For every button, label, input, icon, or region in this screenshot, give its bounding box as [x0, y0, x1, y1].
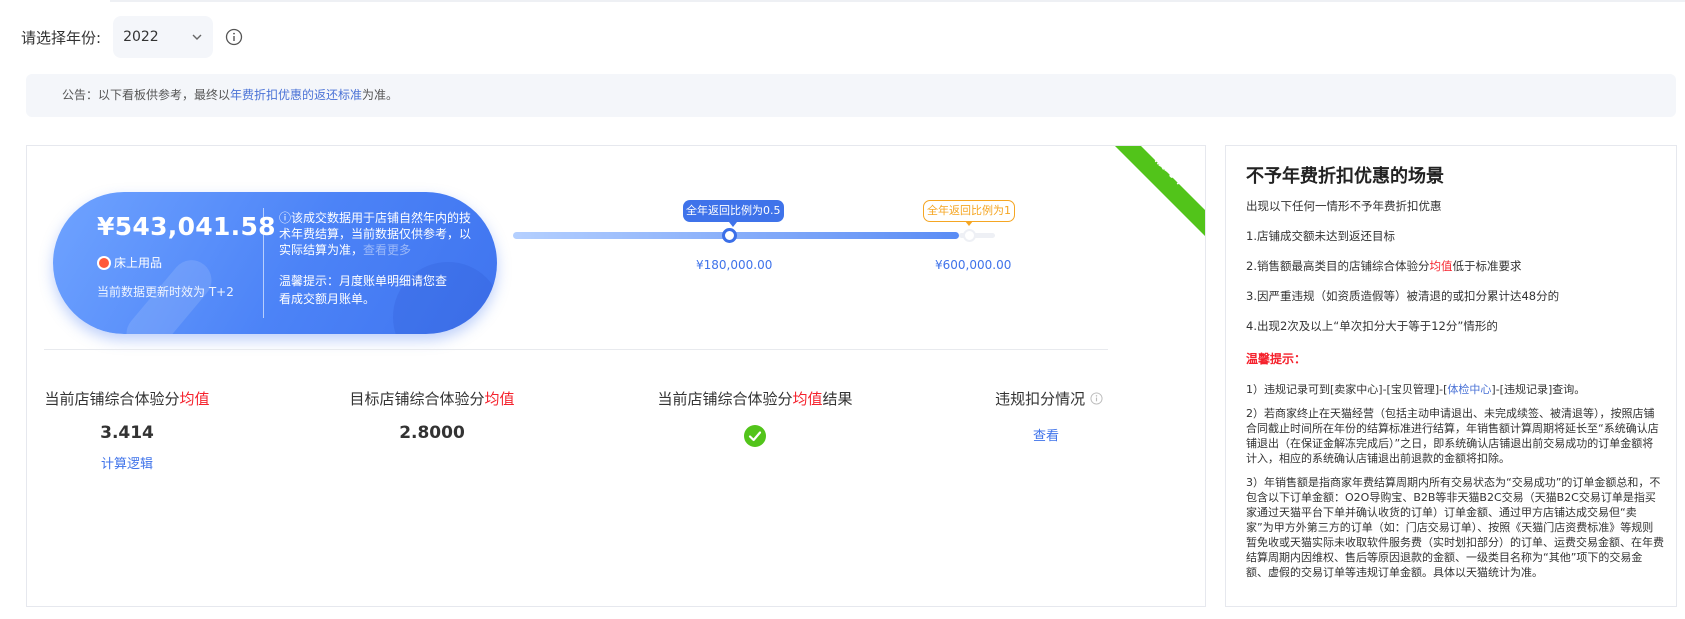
metric-score-result: 当前店铺综合体验分均值结果 — [657, 388, 853, 451]
milestone-marker-pending — [963, 229, 976, 242]
notice-prefix: 公告：以下看板供参考，最终以 — [62, 88, 231, 102]
milestone-amount-1: ¥180,000.00 — [696, 258, 773, 272]
info-icon[interactable] — [225, 28, 243, 46]
rule-text: 3.因严重违规（如资质造假等）被清退的或扣分累计达48分的 — [1246, 289, 1560, 303]
metric-value: 2.8000 — [399, 423, 465, 443]
metric-title-suffix: 结果 — [822, 390, 853, 408]
category-icon — [97, 255, 111, 270]
rule-text-suffix: 低于标准要求 — [1452, 259, 1522, 273]
chevron-down-icon — [192, 34, 202, 40]
health-center-link[interactable]: 体检中心 — [1447, 383, 1491, 396]
panel-title: 不予年费折扣优惠的场景 — [1246, 166, 1444, 187]
view-violation-link[interactable]: 查看 — [1033, 425, 1105, 444]
sales-amount: ¥543,041.58 — [97, 212, 276, 241]
rule-item: 4.出现2次及以上“单次扣分大于等于12分”情形的 — [1246, 318, 1664, 334]
card-divider — [44, 349, 1108, 350]
metric-title: 目标店铺综合体验分均值 — [349, 388, 515, 409]
calculation-logic-link[interactable]: 计算逻辑 — [44, 453, 210, 472]
tip-paragraph-2: 2）若商家终止在天猫经营（包括主动申请退出、未完成续签、被清退等），按照店铺合同… — [1246, 407, 1659, 465]
rule-text: 2.销售额最高类目的店铺综合体验分 — [1246, 259, 1430, 273]
rule-item: 3.因严重违规（如资质造假等）被清退的或扣分累计达48分的 — [1246, 288, 1664, 304]
panel-subtitle: 出现以下任何一情形不予年费折扣优惠 — [1246, 199, 1442, 213]
rule-item: 2.销售额最高类目的店铺综合体验分均值低于标准要求 — [1246, 258, 1664, 274]
rule-text: 4.出现2次及以上“单次扣分大于等于12分”情形的 — [1246, 319, 1498, 333]
year-select[interactable]: 2022 — [113, 16, 214, 58]
rule-highlight: 均值 — [1429, 259, 1453, 273]
category-label: 床上用品 — [114, 256, 163, 270]
top-divider — [110, 0, 1685, 2]
metric-title-highlight: 均值 — [484, 390, 515, 408]
notice-bar: 公告：以下看板供参考，最终以年费折扣优惠的返还标准为准。 — [26, 74, 1676, 117]
metric-title-highlight: 均值 — [792, 390, 823, 408]
notice-link[interactable]: 年费折扣优惠的返还标准 — [230, 88, 362, 102]
metric-title-text: 目标店铺综合体验分 — [349, 390, 485, 408]
metric-title-text: 当前店铺综合体验分 — [657, 390, 793, 408]
milestone-amount-2: ¥600,000.00 — [935, 258, 1012, 272]
main-card: 履约中 ¥543,041.58 床上用品 当前数据更新时效为 T+2 ⓘ该成交数… — [26, 145, 1206, 607]
check-circle-icon — [744, 425, 766, 447]
warm-tip-title: 温馨提示： — [1246, 352, 1307, 366]
sales-summary-pill: ¥543,041.58 床上用品 当前数据更新时效为 T+2 ⓘ该成交数据用于店… — [53, 192, 497, 334]
milestone-bubble-1: 全年返回比例为0.5 — [683, 200, 784, 227]
view-more-link[interactable]: 查看更多 — [363, 243, 411, 257]
tip-paragraph-1: 1）违规记录可到[卖家中心]-[宝贝管理]-[体检中心]-[违规记录]查询。 — [1246, 382, 1664, 397]
milestone-marker-reached — [722, 228, 737, 243]
data-description: ⓘ该成交数据用于店铺自然年内的技术年费结算，当前数据仅供参考，以实际结算为准，查… — [279, 210, 479, 258]
status-ribbon: 履约中 — [1115, 146, 1205, 236]
year-label: 请选择年份: — [21, 28, 102, 47]
tip-text-suffix: ]-[违规记录]查询。 — [1491, 383, 1586, 396]
metric-violation: 违规扣分情况 查看 — [993, 388, 1105, 444]
pill-divider — [263, 208, 264, 318]
tip-text: 1）违规记录可到[卖家中心]-[宝贝管理]-[ — [1246, 383, 1448, 396]
rule-text: 1.店铺成交额未达到返还目标 — [1246, 229, 1395, 243]
metric-title: 违规扣分情况 — [993, 388, 1105, 409]
info-icon[interactable] — [1090, 392, 1103, 405]
monthly-bill-tip: 温馨提示：月度账单明细请您查看成交额月账单。 — [279, 274, 448, 306]
metric-title-text: 违规扣分情况 — [995, 390, 1086, 408]
year-selector-row: 请选择年份: 2022 — [21, 16, 243, 58]
metric-title-highlight: 均值 — [179, 390, 210, 408]
metric-current-score: 当前店铺综合体验分均值 3.414 计算逻辑 — [44, 388, 210, 472]
metric-value: 3.414 — [100, 423, 154, 443]
tip-paragraph-3: 3）年销售额是指商家年费结算周期内所有交易状态为“交易成功”的订单金额总和，不包… — [1246, 476, 1664, 579]
rule-item: 1.店铺成交额未达到返还目标 — [1246, 228, 1664, 244]
ribbon-shape: 履约中 — [1115, 146, 1205, 236]
metric-title: 当前店铺综合体验分均值结果 — [657, 388, 853, 409]
category-tag: 床上用品 — [97, 254, 162, 271]
notice-suffix: 为准。 — [362, 88, 399, 102]
milestone-bubble-2: 全年返回比例为1 — [923, 200, 1015, 226]
exclusion-rules-panel: 不予年费折扣优惠的场景 出现以下任何一情形不予年费折扣优惠 1.店铺成交额未达到… — [1225, 145, 1677, 607]
year-select-value: 2022 — [123, 29, 159, 45]
update-note: 当前数据更新时效为 T+2 — [97, 285, 234, 299]
metric-target-score: 目标店铺综合体验分均值 2.8000 — [349, 388, 515, 443]
metric-title: 当前店铺综合体验分均值 — [44, 388, 210, 409]
metric-title-text: 当前店铺综合体验分 — [44, 390, 180, 408]
